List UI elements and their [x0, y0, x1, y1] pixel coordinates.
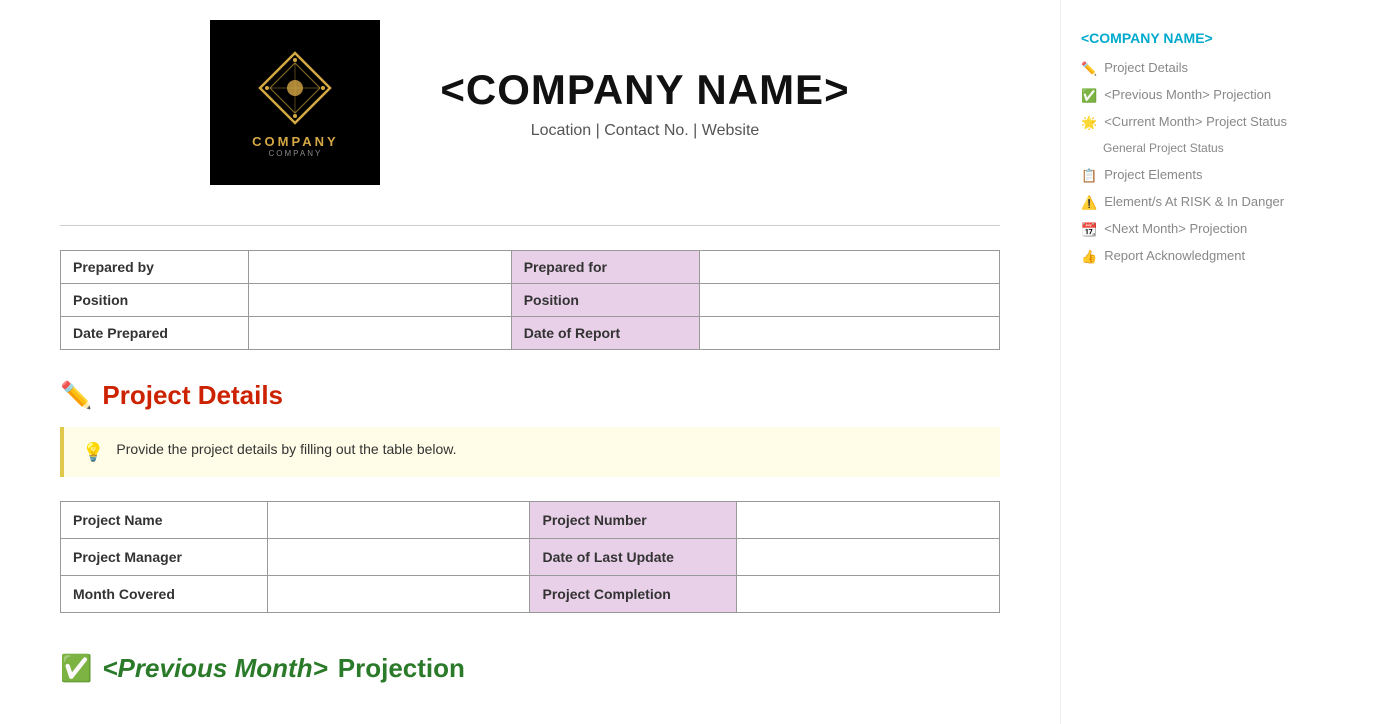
sidebar-label-project-details: Project Details: [1104, 60, 1188, 77]
sidebar-label-risk: Element/s At RISK & In Danger: [1104, 194, 1284, 211]
previous-month-section: ✅ <Previous Month> Projection: [60, 653, 1000, 684]
sidebar-item-acknowledgment[interactable]: 👍 Report Acknowledgment: [1081, 248, 1320, 265]
project-details-callout: 💡 Provide the project details by filling…: [60, 427, 1000, 477]
date-of-report-value[interactable]: [699, 317, 1000, 350]
sidebar-company-link[interactable]: <COMPANY NAME>: [1081, 30, 1320, 46]
position-right-value[interactable]: [699, 284, 1000, 317]
month-covered-label: Month Covered: [61, 576, 268, 613]
checkmark-icon: ✅: [1081, 88, 1097, 104]
project-completion-label: Project Completion: [530, 576, 737, 613]
previous-month-italic: <Previous Month>: [102, 653, 327, 684]
logo-diamond: [255, 48, 335, 128]
date-of-report-label: Date of Report: [511, 317, 699, 350]
sidebar-item-general-status[interactable]: General Project Status: [1081, 141, 1320, 157]
date-last-update-value[interactable]: [737, 539, 1000, 576]
sidebar-item-prev-month[interactable]: ✅ <Previous Month> Projection: [1081, 87, 1320, 104]
company-logo: COMPANY company: [210, 20, 380, 185]
position-left-label: Position: [61, 284, 249, 317]
project-number-label: Project Number: [530, 502, 737, 539]
sidebar-label-next-month: <Next Month> Projection: [1104, 221, 1247, 238]
project-details-table: Project Name Project Number Project Mana…: [60, 501, 1000, 613]
warning-icon: ⚠️: [1081, 195, 1097, 211]
pencil-icon: ✏️: [1081, 61, 1097, 77]
callout-text: Provide the project details by filling o…: [116, 441, 456, 457]
sidebar-item-project-elements[interactable]: 📋 Project Elements: [1081, 167, 1320, 184]
sidebar-label-acknowledgment: Report Acknowledgment: [1104, 248, 1245, 265]
calendar-icon: 📆: [1081, 222, 1097, 238]
project-details-title: Project Details: [102, 380, 283, 411]
company-title-area: <COMPANY NAME> Location | Contact No. | …: [440, 66, 849, 140]
project-name-value[interactable]: [267, 502, 530, 539]
project-completion-value[interactable]: [737, 576, 1000, 613]
prepared-for-value[interactable]: [699, 251, 1000, 284]
project-name-label: Project Name: [61, 502, 268, 539]
project-manager-value[interactable]: [267, 539, 530, 576]
previous-month-icon: ✅: [60, 653, 92, 684]
previous-month-heading: ✅ <Previous Month> Projection: [60, 653, 1000, 684]
sidebar-label-current-month: <Current Month> Project Status: [1104, 114, 1287, 131]
logo-subtext: company: [268, 149, 322, 158]
prepared-by-value[interactable]: [248, 251, 511, 284]
prepared-by-label: Prepared by: [61, 251, 249, 284]
date-prepared-value[interactable]: [248, 317, 511, 350]
month-covered-value[interactable]: [267, 576, 530, 613]
position-left-value[interactable]: [248, 284, 511, 317]
sidebar-nav: ✏️ Project Details ✅ <Previous Month> Pr…: [1081, 60, 1320, 265]
sidebar-item-next-month[interactable]: 📆 <Next Month> Projection: [1081, 221, 1320, 238]
sidebar-label-project-elements: Project Elements: [1104, 167, 1202, 184]
main-content: COMPANY company <COMPANY NAME> Location …: [0, 0, 1060, 724]
clipboard-icon: 📋: [1081, 168, 1097, 184]
company-subtitle: Location | Contact No. | Website: [440, 122, 849, 140]
date-prepared-label: Date Prepared: [61, 317, 249, 350]
logo-text: COMPANY: [252, 134, 338, 149]
project-number-value[interactable]: [737, 502, 1000, 539]
star-icon: 🌟: [1081, 115, 1097, 131]
date-last-update-label: Date of Last Update: [530, 539, 737, 576]
header-info-table: Prepared by Prepared for Position Positi…: [60, 250, 1000, 350]
sidebar-item-current-month[interactable]: 🌟 <Current Month> Project Status: [1081, 114, 1320, 131]
header-section: COMPANY company <COMPANY NAME> Location …: [60, 20, 1000, 205]
callout-icon: 💡: [82, 442, 104, 463]
sidebar-item-project-details[interactable]: ✏️ Project Details: [1081, 60, 1320, 77]
project-details-heading: ✏️ Project Details: [60, 380, 1000, 411]
prepared-for-label: Prepared for: [511, 251, 699, 284]
previous-month-post: Projection: [338, 653, 465, 684]
sidebar-label-prev-month: <Previous Month> Projection: [1104, 87, 1271, 104]
sidebar-item-risk[interactable]: ⚠️ Element/s At RISK & In Danger: [1081, 194, 1320, 211]
sidebar-label-general-status: General Project Status: [1103, 141, 1224, 157]
thumbsup-icon: 👍: [1081, 249, 1097, 265]
position-right-label: Position: [511, 284, 699, 317]
sidebar: <COMPANY NAME> ✏️ Project Details ✅ <Pre…: [1060, 0, 1340, 724]
project-manager-label: Project Manager: [61, 539, 268, 576]
header-divider: [60, 225, 1000, 226]
project-details-icon: ✏️: [60, 380, 92, 411]
company-name: <COMPANY NAME>: [440, 66, 849, 114]
